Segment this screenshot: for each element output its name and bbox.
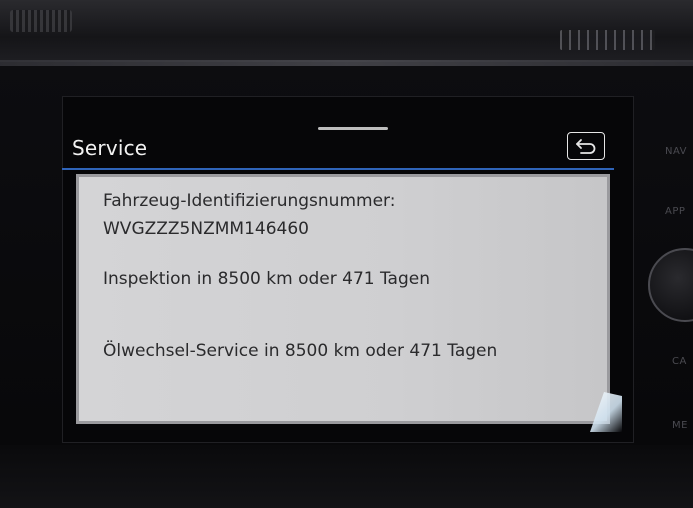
- menu-hardware-button[interactable]: ME: [672, 420, 688, 431]
- page-title: Service: [72, 136, 148, 160]
- app-hardware-button[interactable]: APP: [665, 206, 685, 217]
- dashboard-edge: [0, 60, 693, 66]
- title-divider: [62, 168, 614, 170]
- left-vent-grille: [10, 10, 72, 32]
- nav-hardware-button[interactable]: NAV: [665, 146, 687, 157]
- oil-service-interval: Ölwechsel-Service in 8500 km oder 471 Ta…: [103, 341, 498, 361]
- car-hardware-button[interactable]: CA: [672, 356, 687, 367]
- service-info-panel: Fahrzeug-Identifizierungsnummer: WVGZZZ5…: [76, 174, 610, 424]
- inspection-interval: Inspektion in 8500 km oder 471 Tagen: [103, 269, 430, 289]
- dashboard-bottom: [0, 445, 693, 508]
- back-arrow-icon: [576, 139, 596, 154]
- right-vent-grille: [560, 30, 655, 50]
- vin-value: WVGZZZ5NZMM146460: [103, 219, 309, 239]
- swipe-handle[interactable]: [318, 127, 388, 130]
- vin-label: Fahrzeug-Identifizierungsnummer:: [103, 191, 396, 211]
- back-button[interactable]: [567, 132, 605, 160]
